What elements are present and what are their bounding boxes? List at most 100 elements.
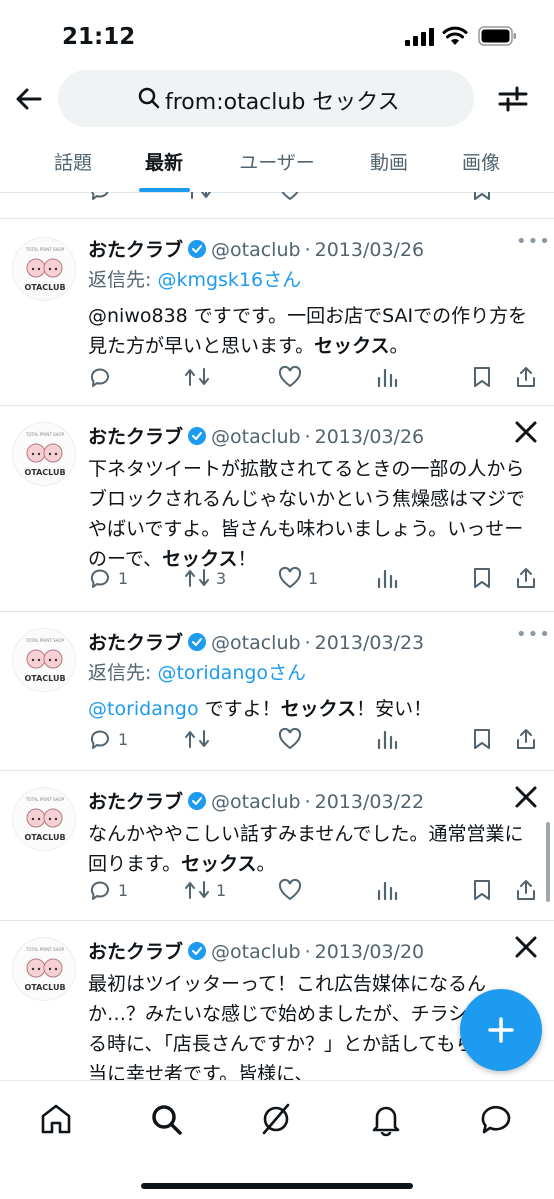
display-name[interactable]: おたクラブ <box>88 632 183 654</box>
bookmark-button[interactable] <box>470 875 494 905</box>
tweet-text-main: 下ネタツイートが拡散されてるときの一部の人からブロックされるんじゃないかという焦… <box>88 458 526 570</box>
display-name[interactable]: おたクラブ <box>88 941 183 963</box>
views-button[interactable] <box>376 362 398 392</box>
tweet-text-main: なんかややこしい話すみませんでした。通常営業に回ります。 <box>88 823 524 875</box>
user-handle[interactable]: @otaclub <box>211 426 301 448</box>
display-name[interactable]: おたクラブ <box>88 426 183 448</box>
like-icon <box>278 878 302 901</box>
user-handle[interactable]: @otaclub <box>211 941 301 963</box>
reply-count: 1 <box>118 729 129 749</box>
tweet-date[interactable]: 2013/03/20 <box>315 941 425 963</box>
avatar[interactable]: TOTAL PRINT SHOP OTACLUB <box>12 937 76 1001</box>
plus-icon <box>488 1017 514 1043</box>
mention-link[interactable]: @toridango <box>88 698 199 720</box>
tab-latest[interactable]: 最新 <box>143 148 185 175</box>
tweet-date[interactable]: 2013/03/22 <box>315 791 425 813</box>
reply-button[interactable]: 1 <box>88 563 128 593</box>
home-icon[interactable] <box>38 1101 74 1137</box>
views-icon <box>377 881 398 901</box>
tab-users[interactable]: ユーザー <box>236 148 318 175</box>
like-button[interactable] <box>278 724 308 754</box>
tweet-date[interactable]: 2013/03/23 <box>315 632 425 654</box>
like-icon[interactable] <box>278 192 302 202</box>
display-name[interactable]: おたクラブ <box>88 791 183 813</box>
avatar[interactable]: TOTAL PRINT SHOP OTACLUB <box>12 628 76 692</box>
search-icon[interactable] <box>148 1101 184 1137</box>
tweet[interactable]: TOTAL PRINT SHOP OTACLUB おたクラブ @otaclub · 2… <box>0 771 554 920</box>
tab-images[interactable]: 画像 <box>460 148 502 175</box>
search-input[interactable]: from:otaclub セックス <box>58 70 474 127</box>
share-button[interactable] <box>514 362 538 392</box>
notifications-icon[interactable] <box>368 1101 404 1137</box>
avatar[interactable]: TOTAL PRINT SHOP OTACLUB <box>12 237 76 301</box>
tweet[interactable]: TOTAL PRINT SHOP OTACLUB おたクラブ @otaclub · 2… <box>0 612 554 770</box>
views-button[interactable] <box>376 563 398 593</box>
bookmark-button[interactable] <box>470 724 494 754</box>
grok-icon[interactable] <box>258 1101 294 1137</box>
reply-count: 1 <box>118 568 129 588</box>
share-button[interactable] <box>514 563 538 593</box>
like-button[interactable] <box>278 362 308 392</box>
retweet-button[interactable] <box>184 724 216 754</box>
user-handle[interactable]: @otaclub <box>211 632 301 654</box>
reply-button[interactable]: 1 <box>88 724 128 754</box>
back-arrow-icon[interactable] <box>12 82 46 116</box>
reply-button[interactable]: 1 <box>88 875 128 905</box>
views-icon <box>377 730 398 750</box>
otaclub-logo: TOTAL PRINT SHOP OTACLUB <box>24 247 65 292</box>
tab-videos[interactable]: 動画 <box>368 148 410 175</box>
reply-to-link[interactable]: @kmgsk16さん <box>157 269 301 291</box>
timeline[interactable]: TOTAL PRINT SHOP OTACLUB おたクラブ @otaclub · 2… <box>0 192 554 1080</box>
svg-text:TOTAL PRINT SHOP: TOTAL PRINT SHOP <box>25 432 65 437</box>
share-button[interactable] <box>514 724 538 754</box>
retweet-button[interactable]: 1 <box>184 875 226 905</box>
share-icon <box>517 729 535 749</box>
compose-button[interactable] <box>460 989 542 1071</box>
avatar[interactable]: TOTAL PRINT SHOP OTACLUB <box>12 787 76 851</box>
share-button[interactable] <box>514 875 538 905</box>
tweet[interactable]: TOTAL PRINT SHOP OTACLUB おたクラブ @otaclub · 2… <box>0 406 554 611</box>
tweet-text: 下ネタツイートが拡散されてるときの一部の人からブロックされるんじゃないかという焦… <box>88 454 538 574</box>
tweet-date[interactable]: 2013/03/26 <box>315 426 425 448</box>
retweet-button[interactable]: 3 <box>184 563 226 593</box>
separator: · <box>304 941 311 963</box>
share-icon <box>517 568 535 588</box>
reply-icon[interactable] <box>88 192 112 202</box>
reply-icon <box>90 569 109 588</box>
reply-count: 1 <box>118 880 129 900</box>
verified-icon <box>188 240 207 258</box>
user-handle[interactable]: @otaclub <box>211 791 301 813</box>
more-options-icon[interactable]: ••• <box>516 624 551 645</box>
bookmark-icon[interactable] <box>470 192 494 202</box>
more-options-icon[interactable]: ••• <box>516 231 551 252</box>
retweet-button[interactable] <box>184 362 216 392</box>
messages-icon[interactable] <box>478 1101 514 1137</box>
bottom-nav <box>0 1080 554 1199</box>
like-button[interactable]: 1 <box>278 563 318 593</box>
highlight-term: セックス <box>314 335 390 357</box>
reply-to-link[interactable]: @toridangoさん <box>157 662 306 684</box>
user-handle[interactable]: @otaclub <box>211 239 301 261</box>
tweet-date[interactable]: 2013/03/26 <box>315 239 425 261</box>
verified-icon <box>188 792 207 810</box>
views-button[interactable] <box>376 724 398 754</box>
filter-icon[interactable] <box>496 82 530 116</box>
display-name[interactable]: おたクラブ <box>88 239 183 261</box>
otaclub-logo: TOTAL PRINT SHOP OTACLUB <box>24 638 65 683</box>
bookmark-button[interactable] <box>470 362 494 392</box>
like-icon <box>278 365 302 388</box>
separator: · <box>304 632 311 654</box>
svg-text:TOTAL PRINT SHOP: TOTAL PRINT SHOP <box>25 947 65 952</box>
like-button[interactable] <box>278 875 308 905</box>
retweet-icon[interactable] <box>186 192 212 202</box>
scrollbar[interactable] <box>546 822 550 902</box>
tab-trending[interactable]: 話題 <box>52 148 94 175</box>
views-button[interactable] <box>376 875 398 905</box>
bookmark-button[interactable] <box>470 563 494 593</box>
reply-icon <box>90 730 109 749</box>
svg-text:OTACLUB: OTACLUB <box>24 468 65 477</box>
retweet-icon <box>185 730 209 748</box>
reply-button[interactable] <box>88 362 118 392</box>
avatar[interactable]: TOTAL PRINT SHOP OTACLUB <box>12 422 76 486</box>
tweet[interactable]: TOTAL PRINT SHOP OTACLUB おたクラブ @otaclub · 2… <box>0 219 554 405</box>
